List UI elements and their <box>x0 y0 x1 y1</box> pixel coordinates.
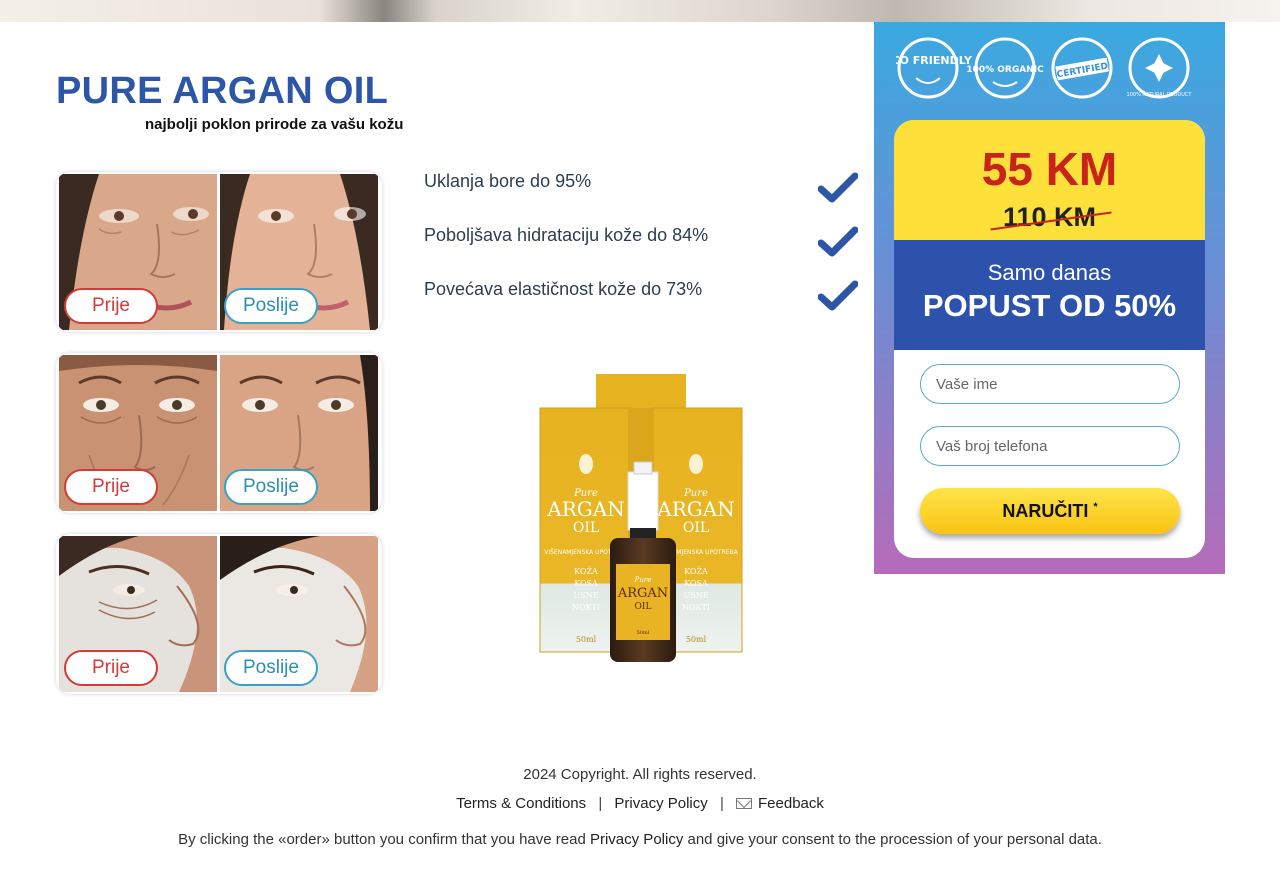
box-sub-text: OIL <box>573 520 599 536</box>
box-volume-text: 50ml <box>686 635 707 644</box>
before-after-card: Prije Poslije <box>56 172 382 332</box>
svg-text:100% NATURAL PRODUCT: 100% NATURAL PRODUCT <box>1127 92 1193 98</box>
page-subtitle: najbolji poklon prirode za vašu kožu <box>145 116 404 133</box>
after-label: Poslije <box>224 469 318 505</box>
order-button-label: NARUČITI <box>1002 500 1089 521</box>
new-price: 55 KM <box>981 143 1118 195</box>
box-item-text: USNE <box>683 591 708 600</box>
benefit-wrinkles: Uklanja bore do 95% <box>424 171 592 191</box>
checkmark-icon <box>818 280 858 311</box>
privacy-link[interactable]: Privacy Policy <box>614 795 707 812</box>
consent-prefix: By clicking the «order» button you confi… <box>178 831 590 848</box>
name-input[interactable] <box>920 364 1180 404</box>
before-label: Prije <box>64 469 158 505</box>
before-after-card: Prije Poslije <box>56 353 382 513</box>
promo-discount: POPUST OD 50% <box>922 288 1177 323</box>
box-main-text: ARGAN <box>656 497 734 521</box>
footer-links: Terms & Conditions | Privacy Policy | Fe… <box>0 795 1280 812</box>
natural-product-badge-icon: 100% NATURAL PRODUCT <box>1127 37 1193 99</box>
box-main-text: ARGAN <box>546 497 624 521</box>
bottle-main-text: ARGAN <box>617 586 668 601</box>
box-item-text: KOŽA <box>574 567 598 576</box>
checkmark-icon <box>818 172 858 203</box>
benefit-hydration: Poboljšava hidrataciju kože do 84% <box>424 225 709 245</box>
bottle-sub-text: OIL <box>635 602 652 612</box>
price-box: 55 KM 110 KM Samo danas POPUST OD 50% NA… <box>894 120 1205 558</box>
checkmark-icon <box>818 226 858 257</box>
before-label: Prije <box>64 288 158 324</box>
phone-input[interactable] <box>920 426 1180 466</box>
bottle-brand-text: Pure <box>634 576 652 584</box>
old-price: 110 KM <box>1002 202 1097 232</box>
before-label: Prije <box>64 650 158 686</box>
terms-link[interactable]: Terms & Conditions <box>456 795 586 812</box>
box-item-text: NOKTI <box>682 603 710 612</box>
certified-badge-icon: CERTIFIED <box>1051 37 1113 99</box>
promo-today: Samo danas <box>987 260 1112 285</box>
feedback-link[interactable]: Feedback <box>758 795 824 812</box>
after-label: Poslije <box>224 288 318 324</box>
consent-text: By clicking the «order» button you confi… <box>0 831 1280 848</box>
benefit-elasticity: Povećava elastičnost kože do 73% <box>424 279 703 299</box>
box-item-text: KOSA <box>574 579 598 588</box>
box-item-text: KOSA <box>684 579 708 588</box>
box-item-text: NOKTI <box>572 603 600 612</box>
consent-privacy-link[interactable]: Privacy Policy <box>590 831 683 848</box>
after-label: Poslije <box>224 650 318 686</box>
consent-suffix: and give your consent to the procession … <box>687 831 1102 848</box>
svg-text:100% ORGANIC: 100% ORGANIC <box>966 65 1044 75</box>
copyright: 2024 Copyright. All rights reserved. <box>523 766 757 783</box>
order-button-mark: * <box>1093 500 1098 513</box>
organic-badge-icon: 100% ORGANIC <box>966 37 1044 99</box>
order-panel: ECO FRIENDLY 100% ORGANIC CERTIFIED 100%… <box>874 22 1225 574</box>
box-item-text: USNE <box>573 591 598 600</box>
product-image: Pure ARGAN OIL Pure ARGAN OIL VIŠENAMJEN… <box>539 374 743 662</box>
separator: | <box>719 795 724 812</box>
before-after-card: Prije Poslije <box>56 534 382 694</box>
svg-text:ECO FRIENDLY: ECO FRIENDLY <box>896 54 973 67</box>
promo-banner: Samo danas POPUST OD 50% <box>894 240 1205 350</box>
page-title: PURE ARGAN OIL <box>56 70 389 112</box>
order-button[interactable]: NARUČITI * <box>920 488 1180 534</box>
eco-friendly-badge-icon: ECO FRIENDLY <box>896 37 973 99</box>
box-item-text: KOŽA <box>684 567 708 576</box>
header-photo-strip <box>0 0 1280 22</box>
separator: | <box>598 795 603 812</box>
box-volume-text: 50ml <box>576 635 597 644</box>
box-sub-text: OIL <box>683 520 709 536</box>
mail-icon <box>736 798 753 809</box>
bottle-volume-text: 50ml <box>637 630 650 636</box>
certification-badges: ECO FRIENDLY 100% ORGANIC CERTIFIED 100%… <box>896 37 1193 99</box>
